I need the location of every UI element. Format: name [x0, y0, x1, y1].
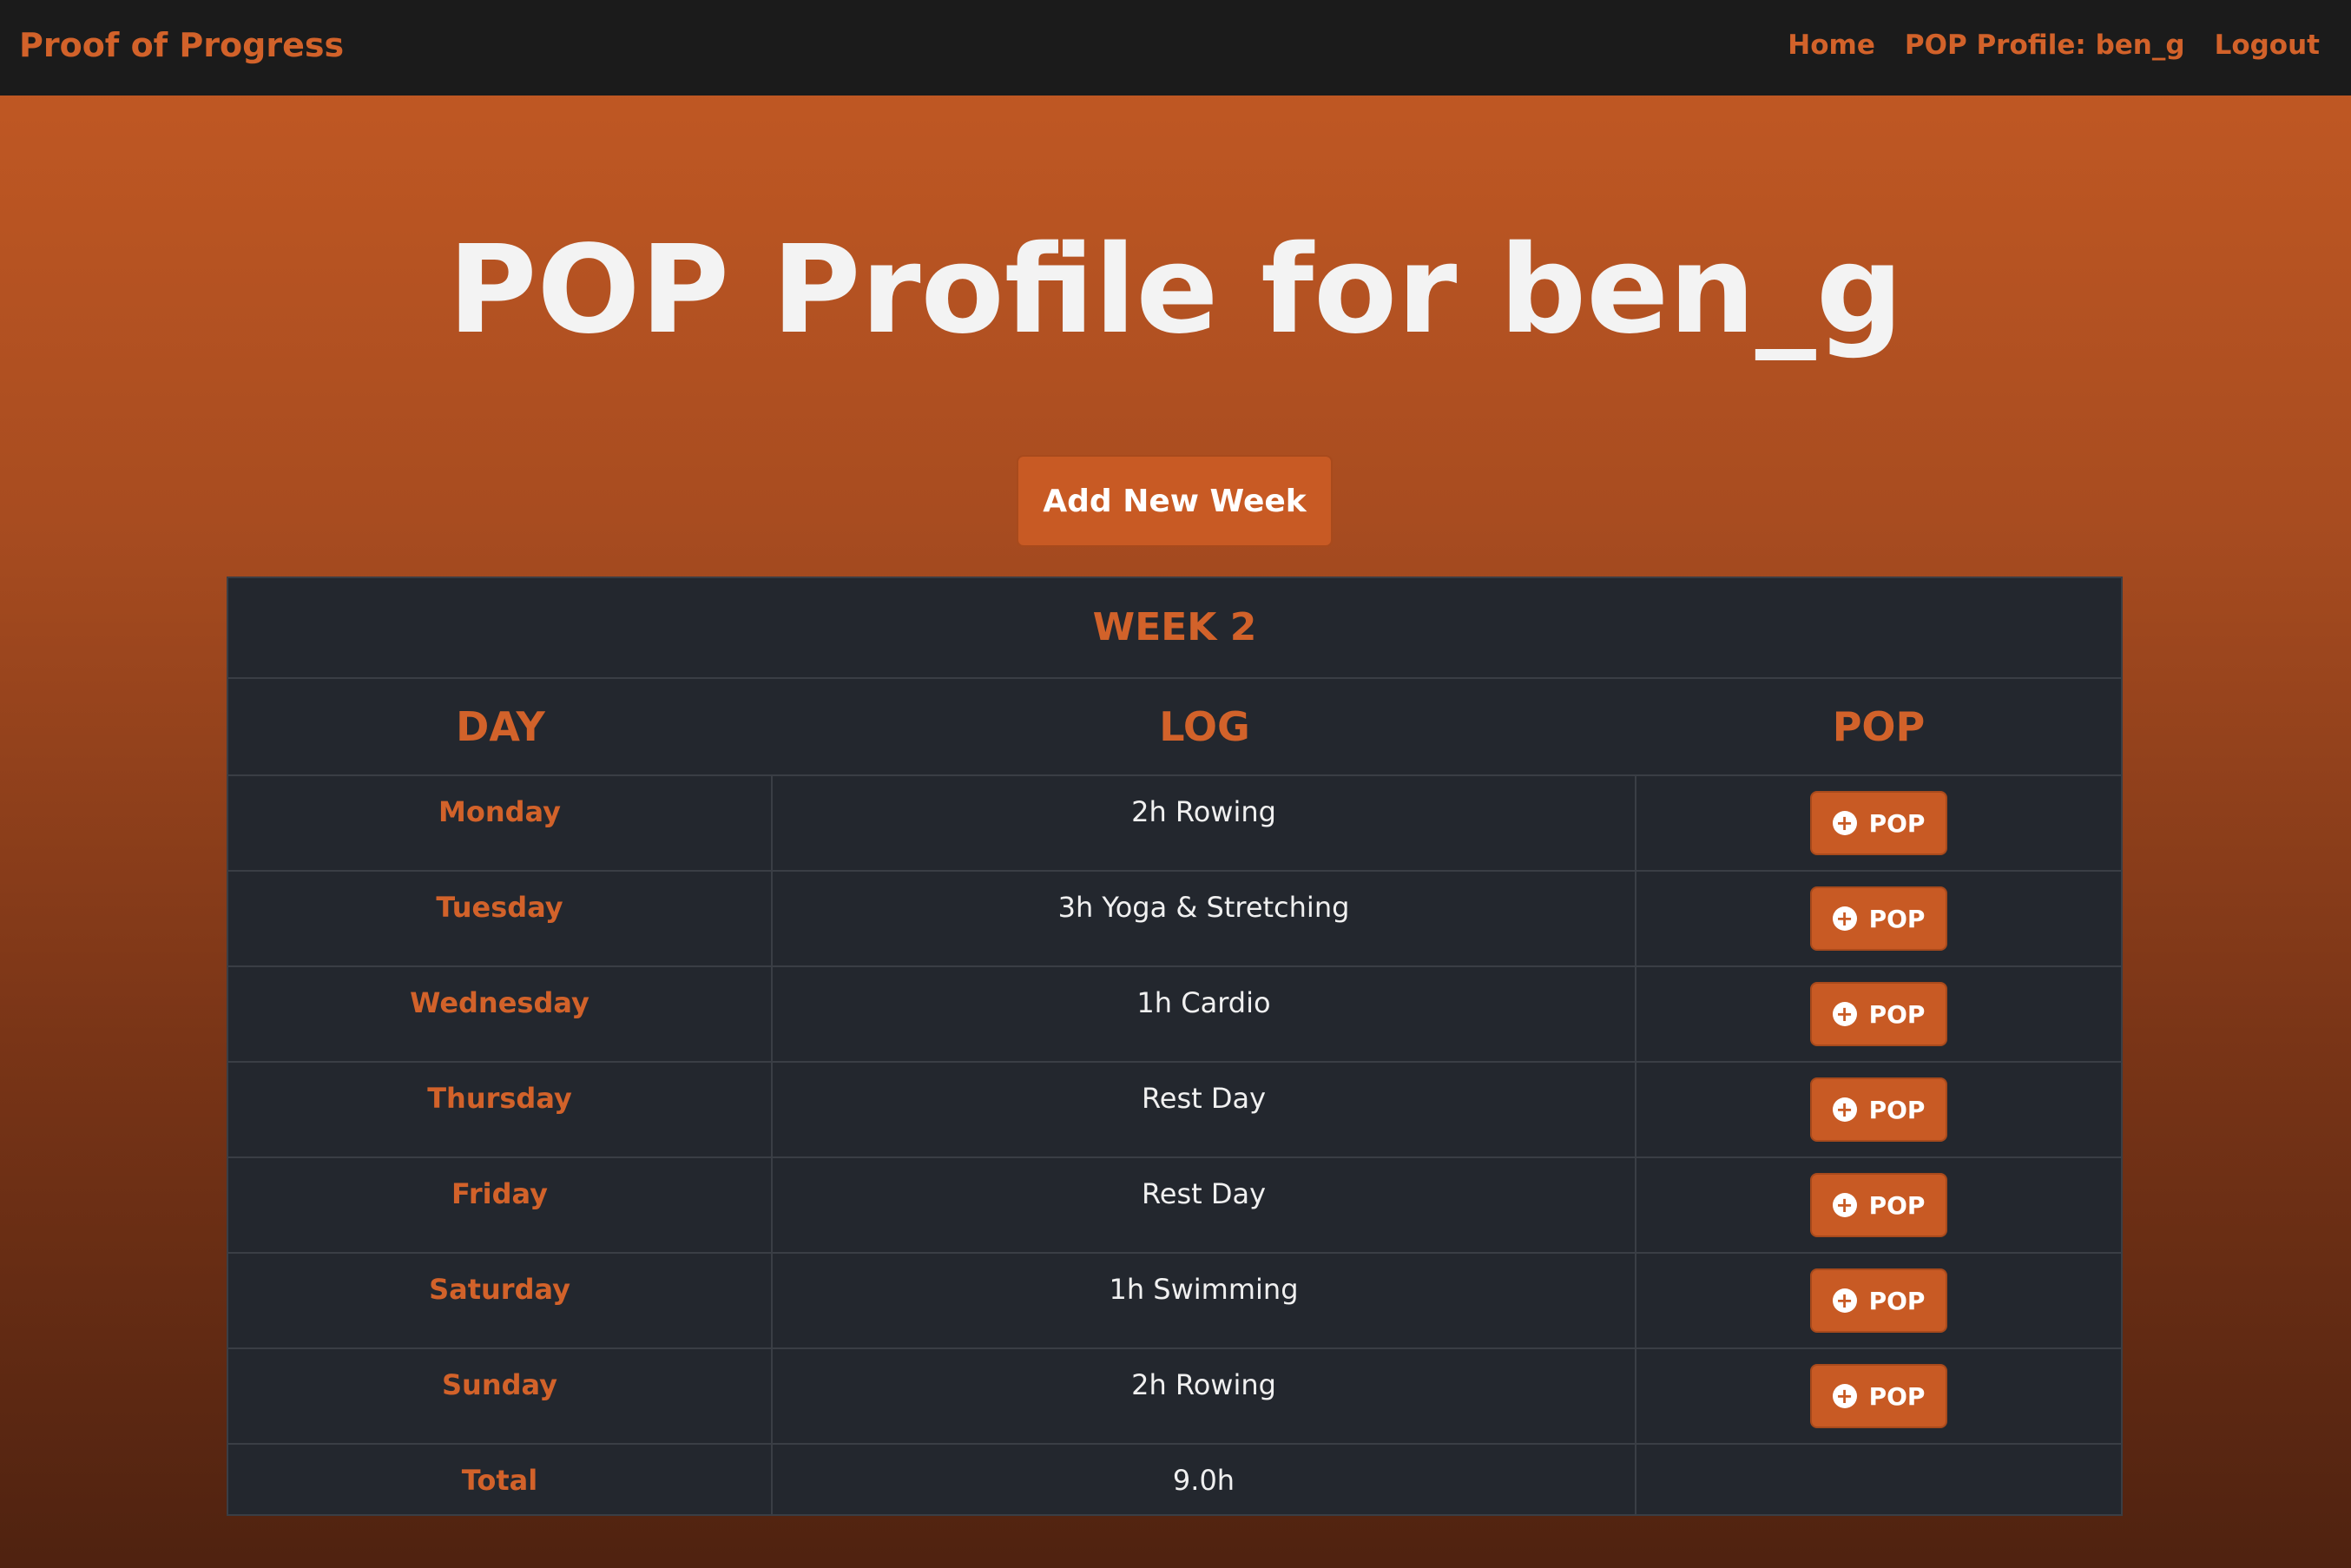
pop-button-saturday[interactable]: + POP: [1810, 1268, 1947, 1333]
pop-cell: + POP: [1636, 1349, 2121, 1443]
day-cell: Saturday: [228, 1254, 773, 1347]
total-value-cell: 9.0h: [773, 1445, 1636, 1514]
pop-cell: + POP: [1636, 872, 2121, 965]
log-cell: 2h Rowing: [773, 776, 1636, 870]
day-column-header: DAY: [456, 703, 545, 750]
plus-circle-icon: +: [1832, 1288, 1857, 1313]
table-row-thursday: Thursday Rest Day + POP: [228, 1063, 2121, 1158]
total-empty-cell: [1636, 1445, 2121, 1514]
log-cell: 1h Cardio: [773, 967, 1636, 1061]
log-cell: Rest Day: [773, 1158, 1636, 1252]
table-row-saturday: Saturday 1h Swimming + POP: [228, 1254, 2121, 1349]
pop-button-wednesday[interactable]: + POP: [1810, 982, 1947, 1046]
nav-profile-link[interactable]: POP Profile: ben_g: [1905, 30, 2185, 66]
day-cell: Monday: [228, 776, 773, 870]
pop-button-friday[interactable]: + POP: [1810, 1173, 1947, 1237]
pop-button-tuesday[interactable]: + POP: [1810, 886, 1947, 951]
plus-circle-icon: +: [1832, 906, 1857, 931]
brand-logo-link[interactable]: Proof of Progress: [19, 0, 344, 96]
day-cell: Wednesday: [228, 967, 773, 1061]
log-cell: 3h Yoga & Stretching: [773, 872, 1636, 965]
log-column-header: LOG: [1159, 703, 1250, 750]
day-cell: Thursday: [228, 1063, 773, 1156]
week-title: WEEK 2: [228, 578, 2121, 679]
pop-button-label: POP: [1868, 999, 1926, 1029]
nav-logout-link[interactable]: Logout: [2215, 30, 2320, 66]
pop-cell: + POP: [1636, 1158, 2121, 1252]
pop-cell: + POP: [1636, 776, 2121, 870]
log-cell: 2h Rowing: [773, 1349, 1636, 1443]
day-cell: Sunday: [228, 1349, 773, 1443]
pop-button-sunday[interactable]: + POP: [1810, 1364, 1947, 1428]
pop-button-thursday[interactable]: + POP: [1810, 1077, 1947, 1142]
table-header-row: DAY LOG POP: [228, 679, 2121, 776]
nav-home-link[interactable]: Home: [1788, 30, 1875, 66]
table-row-friday: Friday Rest Day + POP: [228, 1158, 2121, 1254]
plus-circle-icon: +: [1832, 1193, 1857, 1217]
day-cell: Tuesday: [228, 872, 773, 965]
pop-button-label: POP: [1868, 1381, 1926, 1411]
pop-cell: + POP: [1636, 967, 2121, 1061]
page-title: POP Profile for ben_g: [447, 220, 1904, 361]
pop-cell: + POP: [1636, 1254, 2121, 1347]
table-row-tuesday: Tuesday 3h Yoga & Stretching + POP: [228, 872, 2121, 967]
table-row-wednesday: Wednesday 1h Cardio + POP: [228, 967, 2121, 1063]
plus-circle-icon: +: [1832, 1097, 1857, 1122]
total-label-cell: Total: [228, 1445, 773, 1514]
pop-button-label: POP: [1868, 904, 1926, 933]
day-cell: Friday: [228, 1158, 773, 1252]
log-cell: 1h Swimming: [773, 1254, 1636, 1347]
log-cell: Rest Day: [773, 1063, 1636, 1156]
pop-button-label: POP: [1868, 1095, 1926, 1124]
pop-column-header: POP: [1832, 703, 1926, 750]
pop-button-label: POP: [1868, 808, 1926, 838]
nav-links: Home POP Profile: ben_g Logout: [1758, 0, 2320, 96]
pop-button-label: POP: [1868, 1286, 1926, 1315]
pop-cell: + POP: [1636, 1063, 2121, 1156]
plus-circle-icon: +: [1832, 1002, 1857, 1026]
pop-button-monday[interactable]: + POP: [1810, 791, 1947, 855]
navbar: Proof of Progress Home POP Profile: ben_…: [0, 0, 2351, 96]
pop-button-label: POP: [1868, 1190, 1926, 1220]
add-new-week-button[interactable]: Add New Week: [1017, 455, 1333, 547]
plus-circle-icon: +: [1832, 811, 1857, 835]
plus-circle-icon: +: [1832, 1384, 1857, 1408]
table-row-sunday: Sunday 2h Rowing + POP: [228, 1349, 2121, 1445]
week-table: WEEK 2 DAY LOG POP Monday 2h Rowing + POP…: [227, 576, 2123, 1516]
table-row-monday: Monday 2h Rowing + POP: [228, 776, 2121, 872]
table-row-total: Total 9.0h: [228, 1445, 2121, 1514]
